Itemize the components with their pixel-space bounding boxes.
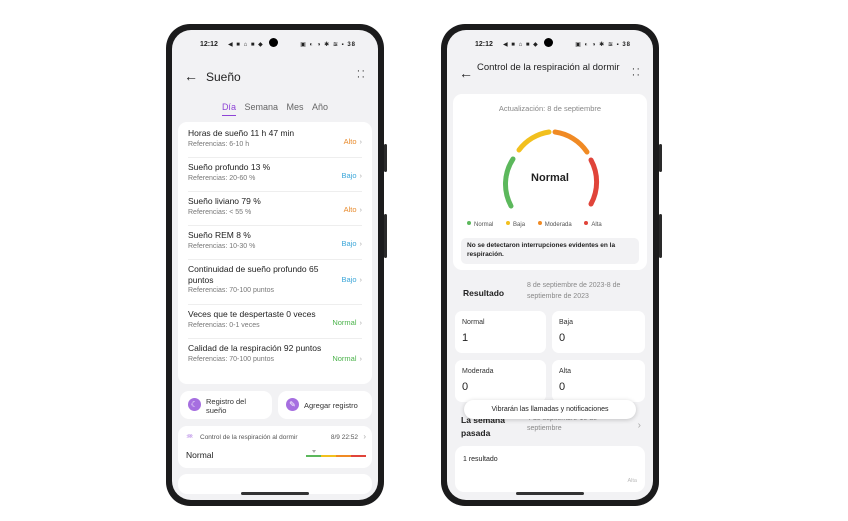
breathing-card-title: Control de la respiración al dormir <box>200 434 298 441</box>
back-arrow-icon[interactable]: ← <box>459 65 473 81</box>
gauge-value: Normal <box>531 172 569 184</box>
legend-alta: Alta <box>584 221 602 228</box>
notification-icons: ◀ ■ ⌂ ■ ◆ <box>503 42 539 48</box>
phone-left: 12:12 ◀ ■ ⌂ ■ ◆ ▣ ◐ ◑ ✱ ≋ ▪ 38 ← Sueño ·… <box>166 24 387 506</box>
legend-baja: Baja <box>506 221 525 228</box>
gauge-card: Actualización: 8 de septiembre Normal No… <box>453 94 647 270</box>
metric-reference: Referencias: 20-60 % <box>188 174 256 182</box>
tab-dia[interactable]: Día <box>221 102 236 116</box>
tab-ano[interactable]: Año <box>312 102 328 115</box>
chevron-right-icon[interactable]: › <box>638 420 641 431</box>
sleep-screen: 12:12 ◀ ■ ⌂ ■ ◆ ▣ ◐ ◑ ✱ ≋ ▪ 38 ← Sueño ·… <box>172 30 378 500</box>
chevron-right-icon: › <box>359 318 363 327</box>
metric-reference: Referencias: < 55 % <box>188 208 252 216</box>
breathing-card-datetime: 8/9 22:52 <box>330 434 358 441</box>
count-card-moderada: Moderada 0 <box>455 360 546 402</box>
sleep-record-button[interactable]: ☾ Registro del sueño <box>180 391 272 419</box>
notice-box: No se detectaron interrupciones evidente… <box>461 238 639 264</box>
next-card-partial <box>178 474 372 494</box>
status-time: 12:12 <box>200 41 218 48</box>
chevron-right-icon: › <box>359 275 363 284</box>
update-date: Actualización: 8 de septiembre <box>498 104 602 113</box>
metric-row[interactable]: Calidad de la respiración 92 puntos Refe… <box>188 343 362 381</box>
tab-mes[interactable]: Mes <box>287 102 304 115</box>
add-note-icon: ✎ <box>286 398 299 411</box>
side-button <box>659 214 662 258</box>
result-range: 8 de septiembre de 2023-8 de septiembre … <box>527 282 621 300</box>
chart-axis-label: Alta <box>627 478 637 484</box>
more-options-icon[interactable]: · · · · <box>632 64 640 81</box>
chevron-right-icon: › <box>359 354 363 363</box>
header: ← Control de la respiración al dormir · … <box>447 62 653 90</box>
breathing-icon: ♒ <box>186 432 194 441</box>
metric-reference: Referencias: 6-10 h <box>188 140 250 148</box>
count-card-alta: Alta 0 <box>552 360 645 402</box>
side-button <box>384 214 387 258</box>
back-arrow-icon[interactable]: ← <box>184 68 198 84</box>
chevron-right-icon: › <box>359 239 363 248</box>
chevron-right-icon: › <box>359 137 363 146</box>
toast-notification: Vibrarán las llamadas y notificaciones <box>464 400 636 419</box>
metric-reference: Referencias: 10-30 % <box>188 242 256 250</box>
week-results-card: 1 resultado Alta <box>455 446 645 492</box>
add-record-button[interactable]: ✎ Agregar registro <box>278 391 372 419</box>
metric-name: Veces que te despertaste 0 veces <box>188 309 316 319</box>
metric-row[interactable]: Veces que te despertaste 0 veces Referen… <box>188 309 362 339</box>
page-title: Sueño <box>206 70 241 84</box>
metric-status: Alto › <box>343 137 363 146</box>
breathing-summary-card[interactable]: ♒ Control de la respiración al dormir 8/… <box>178 426 372 468</box>
metric-status: Normal › <box>332 354 362 363</box>
metric-row[interactable]: Horas de sueño 11 h 47 min Referencias: … <box>188 128 362 158</box>
metric-status: Bajo › <box>341 239 362 248</box>
moon-icon: ☾ <box>188 398 201 411</box>
status-time: 12:12 <box>475 41 493 48</box>
count-card-baja: Baja 0 <box>552 311 645 353</box>
tab-semana[interactable]: Semana <box>244 102 278 115</box>
chevron-right-icon: › <box>359 171 363 180</box>
notification-icons: ◀ ■ ⌂ ■ ◆ <box>228 42 264 48</box>
more-options-icon[interactable]: · · · · <box>357 66 365 83</box>
results-count: 1 resultado <box>463 456 498 463</box>
metric-name: Calidad de la respiración 92 puntos <box>188 343 322 353</box>
breathing-gauge <box>503 129 600 209</box>
metric-name: Horas de sueño 11 h 47 min <box>188 128 295 138</box>
metrics-card: Horas de sueño 11 h 47 min Referencias: … <box>178 122 372 384</box>
metric-status: Normal › <box>332 318 362 327</box>
camera-hole <box>269 38 278 47</box>
metric-status: Alto › <box>343 205 363 214</box>
home-indicator[interactable] <box>516 492 584 495</box>
phone-right: 12:12 ◀ ■ ⌂ ■ ◆ ▣ ◐ ◑ ✱ ≋ ▪ 38 ← Control… <box>441 24 662 506</box>
chevron-right-icon: › <box>363 432 366 441</box>
gauge-legend: Normal Baja Moderada Alta <box>467 221 637 228</box>
metric-reference: Referencias: 70-100 puntos <box>188 287 274 294</box>
metric-row[interactable]: Continuidad de sueño profundo 65 puntos … <box>188 264 362 305</box>
result-label: Resultado <box>463 288 505 298</box>
header: ← Sueño · · · · <box>172 66 378 94</box>
breathing-screen: 12:12 ◀ ■ ⌂ ■ ◆ ▣ ◐ ◑ ✱ ≋ ▪ 38 ← Control… <box>447 30 653 500</box>
metric-row[interactable]: Sueño profundo 13 % Referencias: 20-60 %… <box>188 162 362 192</box>
page-title: Control de la respiración al dormir <box>477 62 620 73</box>
breathing-level-bar <box>306 450 366 457</box>
metric-status: Bajo › <box>341 171 362 180</box>
breathing-card-value: Normal <box>186 450 214 460</box>
side-button <box>659 144 662 172</box>
metric-name: Sueño REM 8 % <box>188 230 251 240</box>
system-icons: ▣ ◐ ◑ ✱ ≋ ▪ 38 <box>575 42 631 48</box>
camera-hole <box>544 38 553 47</box>
legend-normal: Normal <box>467 221 493 228</box>
system-icons: ▣ ◐ ◑ ✱ ≋ ▪ 38 <box>300 42 356 48</box>
period-tabs: Día Semana Mes Año <box>172 102 378 116</box>
home-indicator[interactable] <box>241 492 309 495</box>
metric-name: Continuidad de sueño profundo 65 puntos <box>188 264 319 285</box>
metric-row[interactable]: Sueño REM 8 % Referencias: 10-30 % Bajo › <box>188 230 362 260</box>
chevron-right-icon: › <box>359 205 363 214</box>
metric-row[interactable]: Sueño liviano 79 % Referencias: < 55 % A… <box>188 196 362 226</box>
side-button <box>384 144 387 172</box>
metric-name: Sueño liviano 79 % <box>188 196 261 206</box>
count-card-normal: Normal 1 <box>455 311 546 353</box>
legend-moderada: Moderada <box>537 221 572 228</box>
metric-name: Sueño profundo 13 % <box>188 162 271 172</box>
metric-status: Bajo › <box>341 275 362 284</box>
